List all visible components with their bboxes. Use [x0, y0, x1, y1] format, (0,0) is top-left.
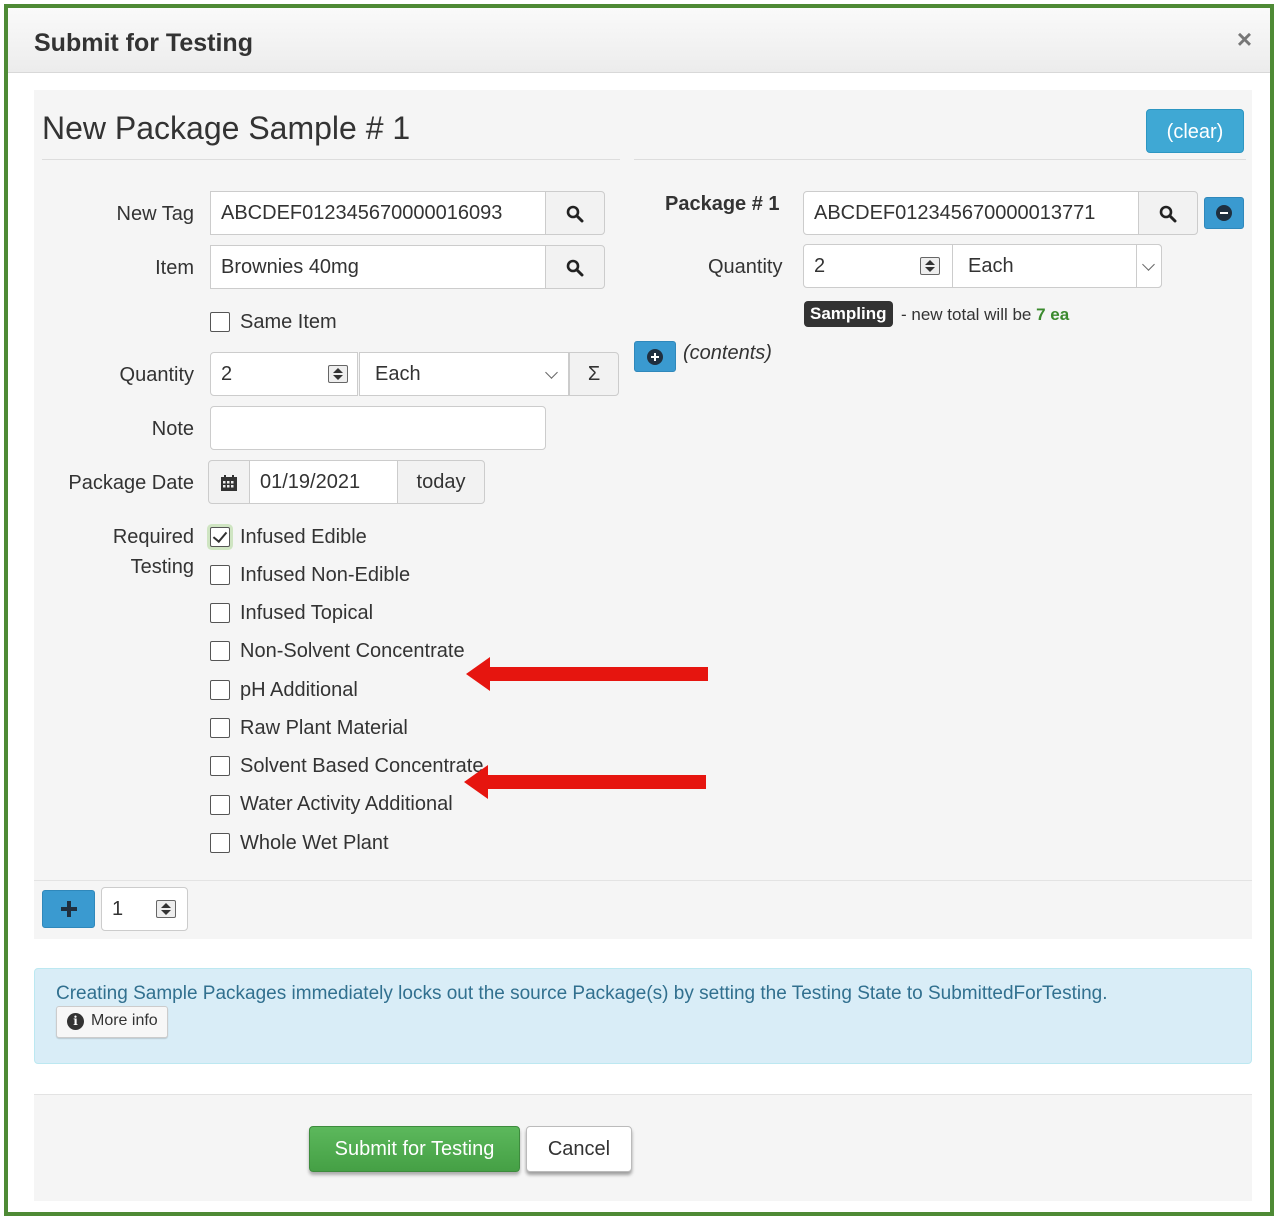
item-input[interactable]: Brownies 40mg	[210, 245, 546, 289]
sample-heading: New Package Sample # 1	[42, 110, 411, 146]
remove-package-button[interactable]	[1204, 197, 1244, 229]
test-label: Infused Topical	[240, 602, 374, 624]
new-tag-label: New Tag	[116, 203, 194, 225]
test-checkbox-solvent-based-concentrate[interactable]	[210, 756, 230, 776]
test-label: Non-Solvent Concentrate	[240, 640, 465, 662]
more-info-label: More info	[91, 1012, 158, 1029]
submit-button[interactable]: Submit for Testing	[309, 1126, 520, 1172]
quantity-spinner[interactable]	[328, 365, 348, 383]
test-checkbox-ph-additional[interactable]	[210, 680, 230, 700]
required-testing-label: Required	[112, 526, 194, 548]
add-sample-button[interactable]	[42, 890, 95, 928]
item-label: Item	[155, 257, 194, 279]
package-date-label: Package Date	[68, 472, 194, 494]
cancel-button[interactable]: Cancel	[526, 1126, 632, 1172]
required-testing-label: Testing	[130, 556, 194, 578]
more-info-button[interactable]: i More info	[56, 1006, 168, 1038]
test-label: Whole Wet Plant	[240, 832, 389, 854]
test-checkbox-water-activity-additional[interactable]	[210, 795, 230, 815]
arrow-left-icon	[464, 765, 706, 799]
info-icon: i	[67, 1013, 84, 1030]
note-label: Note	[151, 418, 194, 440]
package-quantity-spinner[interactable]	[920, 257, 940, 275]
sampling-badge: Sampling	[804, 301, 893, 327]
test-label: Infused Non-Edible	[240, 564, 411, 586]
new-total-value: 7 ea	[1036, 305, 1070, 324]
test-checkbox-raw-plant-material[interactable]	[210, 718, 230, 738]
quantity-label: Quantity	[119, 364, 194, 386]
info-alert: Creating Sample Packages immediately loc…	[34, 968, 1252, 1064]
test-checkbox-whole-wet-plant[interactable]	[210, 833, 230, 853]
dialog-title: Submit for Testing	[34, 29, 253, 57]
same-item-checkbox[interactable]	[210, 312, 230, 332]
add-row-panel	[34, 880, 1252, 939]
close-icon[interactable]: ×	[1237, 24, 1252, 55]
same-item-label: Same Item	[240, 311, 337, 333]
test-label: Raw Plant Material	[240, 717, 408, 739]
search-icon	[566, 259, 584, 277]
plus-icon	[61, 901, 77, 917]
calendar-button[interactable]	[208, 460, 250, 504]
test-label: Water Activity Additional	[240, 793, 453, 815]
package-tag-input[interactable]: ABCDEF012345670000013771	[803, 191, 1139, 235]
minus-circle-icon	[1216, 205, 1232, 221]
new-tag-input[interactable]: ABCDEF012345670000016093	[210, 191, 546, 235]
calendar-icon	[221, 474, 237, 491]
divider	[634, 159, 1246, 160]
note-input[interactable]	[210, 406, 546, 450]
plus-circle-icon	[647, 349, 663, 365]
new-total-prefix: - new total will be	[901, 305, 1037, 324]
add-contents-button[interactable]	[634, 341, 676, 372]
package-date-input[interactable]: 01/19/2021	[249, 460, 398, 504]
test-label: Solvent Based Concentrate	[240, 755, 484, 777]
package-label: Package # 1	[665, 193, 780, 215]
test-label: Infused Edible	[240, 526, 367, 548]
test-checkbox-infused-edible[interactable]	[210, 527, 230, 547]
package-unit-select[interactable]: Each	[952, 244, 1162, 288]
dialog-header: Submit for Testing ×	[8, 8, 1270, 73]
new-tag-search-button[interactable]	[545, 191, 605, 235]
new-total-text: - new total will be 7 ea	[901, 305, 1069, 325]
dialog-footer	[34, 1094, 1252, 1201]
sum-button[interactable]: Σ	[569, 352, 619, 396]
search-icon	[566, 205, 584, 223]
clear-button[interactable]: (clear)	[1146, 109, 1244, 153]
arrow-left-icon	[466, 657, 708, 691]
search-icon	[1159, 205, 1177, 223]
item-search-button[interactable]	[545, 245, 605, 289]
test-checkbox-non-solvent-concentrate[interactable]	[210, 641, 230, 661]
test-label: pH Additional	[240, 679, 358, 701]
contents-label: (contents)	[683, 342, 772, 364]
dialog-frame: Submit for Testing × New Package Sample …	[4, 4, 1274, 1216]
alert-message: Creating Sample Packages immediately loc…	[56, 983, 1108, 1004]
package-search-button[interactable]	[1138, 191, 1198, 235]
unit-select[interactable]: Each	[359, 352, 569, 396]
divider	[42, 159, 620, 160]
test-checkbox-infused-non-edible[interactable]	[210, 565, 230, 585]
package-quantity-label: Quantity	[708, 256, 783, 278]
sample-count-spinner[interactable]	[156, 900, 176, 918]
today-button[interactable]: today	[397, 460, 485, 504]
test-checkbox-infused-topical[interactable]	[210, 603, 230, 623]
